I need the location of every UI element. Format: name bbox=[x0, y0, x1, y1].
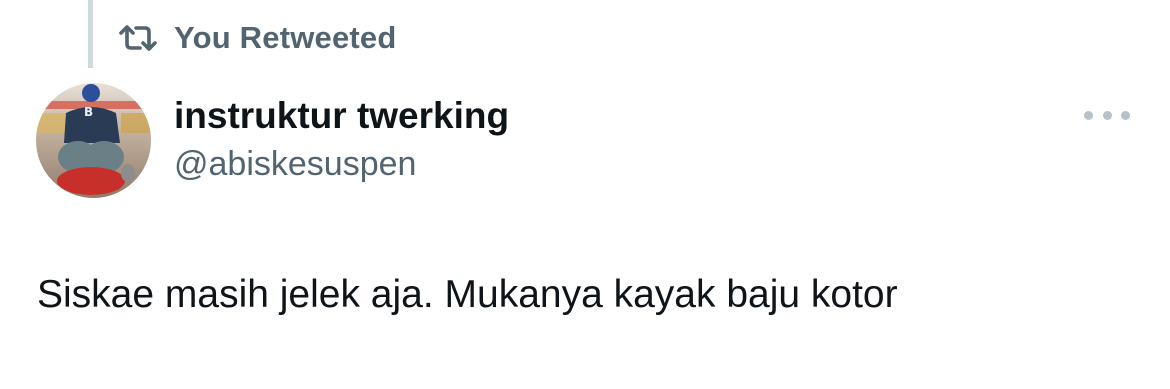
social-context-label: You Retweeted bbox=[174, 20, 397, 55]
tweet-text: Siskae masih jelek aja. Mukanya kayak ba… bbox=[37, 273, 898, 316]
more-horizontal-icon bbox=[1102, 110, 1112, 120]
more-horizontal-icon bbox=[1121, 110, 1130, 120]
more-options-button[interactable] bbox=[1084, 104, 1130, 126]
more-horizontal-icon bbox=[1084, 110, 1093, 120]
user-info[interactable]: instruktur twerking @abiskesuspen bbox=[174, 93, 509, 187]
social-context[interactable]: You Retweeted bbox=[118, 18, 397, 58]
thread-connector-line bbox=[88, 0, 93, 68]
avatar[interactable]: B bbox=[36, 83, 151, 198]
user-handle[interactable]: @abiskesuspen bbox=[174, 141, 509, 187]
svg-text:B: B bbox=[84, 105, 93, 119]
display-name[interactable]: instruktur twerking bbox=[174, 93, 509, 139]
retweet-icon bbox=[118, 23, 158, 53]
